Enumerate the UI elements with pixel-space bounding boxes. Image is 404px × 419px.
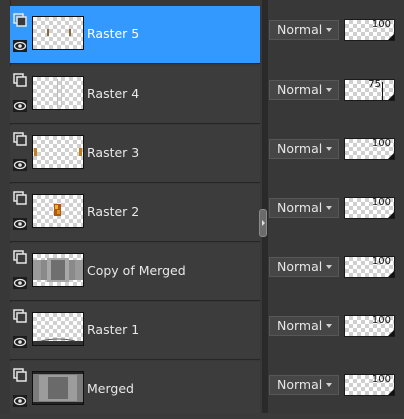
blend-mode-dropdown[interactable]: Normal (269, 198, 339, 218)
chevron-down-icon (326, 265, 332, 269)
raster-layer-icon (13, 73, 27, 87)
chevron-down-icon (326, 324, 332, 328)
layer-thumbnail (32, 312, 84, 346)
chevron-down-icon (326, 88, 332, 92)
layer-name: Raster 2 (87, 204, 140, 219)
opacity-corner (388, 34, 394, 40)
layer-properties-row: Normal 75 (268, 66, 404, 124)
eye-icon[interactable] (13, 218, 27, 230)
opacity-value: 100 (371, 138, 391, 149)
layer-name: Merged (87, 381, 134, 396)
layer-name: Raster 1 (87, 322, 140, 337)
blend-mode-dropdown[interactable]: Normal (269, 20, 339, 40)
blend-mode-value: Normal (277, 82, 323, 97)
eye-icon[interactable] (13, 277, 27, 289)
layer-row-raster-2[interactable]: Raster 2 (10, 184, 260, 242)
opacity-value: 100 (371, 256, 391, 267)
opacity-value: 100 (371, 197, 391, 208)
blend-mode-value: Normal (277, 318, 323, 333)
layer-properties-column: Normal 100 Normal 75 Normal 100 Normal 1… (268, 0, 404, 413)
blend-mode-dropdown[interactable]: Normal (269, 80, 339, 100)
opacity-slider[interactable]: 100 (344, 197, 395, 219)
layer-properties-row: Normal 100 (268, 125, 404, 183)
layer-thumbnail (32, 16, 84, 50)
opacity-slider[interactable]: 100 (344, 315, 395, 337)
opacity-value: 100 (371, 315, 391, 326)
raster-layer-icon (13, 191, 27, 205)
blend-mode-value: Normal (277, 259, 323, 274)
raster-layer-icon (13, 13, 27, 27)
layer-properties-row: Normal 100 (268, 361, 404, 419)
chevron-down-icon (326, 383, 332, 387)
blend-mode-value: Normal (277, 22, 323, 37)
layer-name: Raster 4 (87, 86, 140, 101)
eye-icon[interactable] (13, 395, 27, 407)
layer-name: Raster 5 (87, 26, 140, 41)
blend-mode-dropdown[interactable]: Normal (269, 316, 339, 336)
layer-row-raster-5[interactable]: Raster 5 (10, 6, 260, 64)
layer-thumbnail (32, 76, 84, 110)
layer-row-copy-of-merged[interactable]: Copy of Merged (10, 243, 260, 301)
opacity-slider[interactable]: 75 (344, 79, 395, 101)
opacity-slider[interactable]: 100 (344, 138, 395, 160)
opacity-value: 100 (371, 374, 391, 385)
opacity-corner (388, 94, 394, 100)
layer-properties-row: Normal 100 (268, 184, 404, 242)
layer-row-raster-3[interactable]: Raster 3 (10, 125, 260, 183)
opacity-slider[interactable]: 100 (344, 256, 395, 278)
blend-mode-value: Normal (277, 141, 323, 156)
opacity-slider[interactable]: 100 (344, 374, 395, 396)
layer-row-raster-1[interactable]: Raster 1 (10, 302, 260, 360)
opacity-marker (382, 82, 383, 100)
layer-properties-row: Normal 100 (268, 243, 404, 301)
layer-thumbnail (32, 253, 84, 287)
raster-layer-icon (13, 368, 27, 382)
layer-properties-row: Normal 100 (268, 6, 404, 64)
chevron-down-icon (326, 28, 332, 32)
opacity-corner (388, 271, 394, 277)
raster-layer-icon (13, 250, 27, 264)
opacity-value: 100 (371, 19, 391, 30)
layer-name: Raster 3 (87, 145, 140, 160)
layer-thumbnail (32, 371, 84, 405)
eye-icon[interactable] (13, 100, 27, 112)
chevron-down-icon (326, 206, 332, 210)
opacity-slider[interactable]: 100 (344, 19, 395, 41)
opacity-corner (388, 212, 394, 218)
splitter-collapse-icon[interactable] (259, 209, 267, 237)
blend-mode-dropdown[interactable]: Normal (269, 139, 339, 159)
layer-properties-row: Normal 100 (268, 302, 404, 360)
raster-layer-icon (13, 309, 27, 323)
blend-mode-dropdown[interactable]: Normal (269, 375, 339, 395)
blend-mode-value: Normal (277, 377, 323, 392)
blend-mode-value: Normal (277, 200, 323, 215)
layer-row-merged[interactable]: Merged (10, 361, 260, 413)
eye-icon[interactable] (13, 40, 27, 52)
opacity-value: 75 (368, 79, 381, 90)
raster-layer-icon (13, 132, 27, 146)
layer-row-raster-4[interactable]: Raster 4 (10, 66, 260, 124)
blend-mode-dropdown[interactable]: Normal (269, 257, 339, 277)
opacity-corner (388, 330, 394, 336)
chevron-down-icon (326, 147, 332, 151)
layers-list: Raster 5 Raster 4 Raster 3 Raster 2 Copy… (0, 0, 262, 413)
opacity-corner (388, 389, 394, 395)
opacity-corner (388, 153, 394, 159)
layer-thumbnail (32, 194, 84, 228)
eye-icon[interactable] (13, 336, 27, 348)
eye-icon[interactable] (13, 159, 27, 171)
layer-thumbnail (32, 135, 84, 169)
layer-name: Copy of Merged (87, 263, 186, 278)
